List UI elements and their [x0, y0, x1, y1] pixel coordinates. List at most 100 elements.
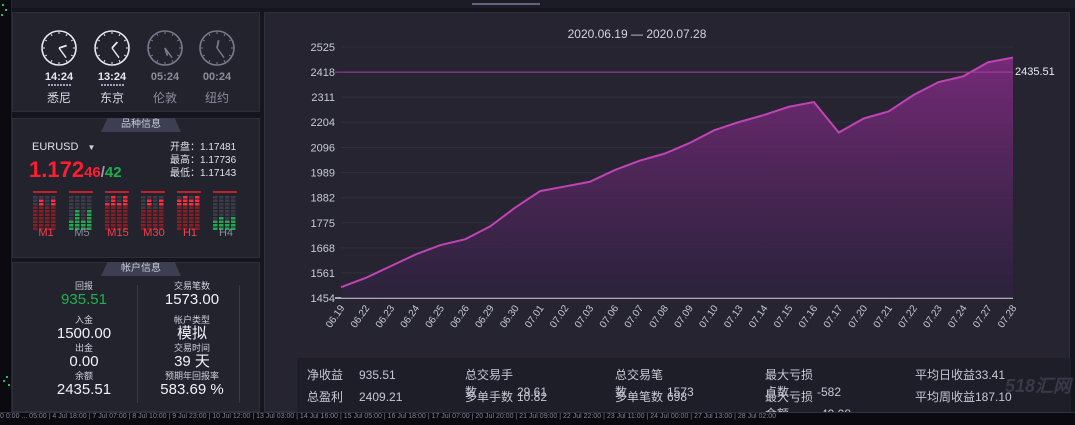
x-tick-label: 07.23: [921, 303, 945, 330]
y-tick-label: 2418: [311, 67, 335, 79]
x-tick-label: 07.15: [772, 303, 796, 330]
clock-dots: [92, 84, 132, 87]
clock-city: 伦敦: [152, 91, 177, 105]
timeframe-label-H4[interactable]: H4: [211, 227, 241, 239]
stat-value: 935.51: [359, 368, 396, 382]
y-tick-label: 1775: [311, 218, 335, 230]
equity-chart-panel: 2020.06.19 — 2020.07.28 2525 2418 2311 2204…: [264, 12, 1071, 425]
x-tick-label: 07.16: [797, 303, 821, 330]
timeframe-label-M30[interactable]: M30: [139, 227, 169, 239]
y-tick-label: 1668: [311, 243, 335, 255]
clock-face-icon: [199, 30, 235, 66]
account-value: 39 天: [174, 353, 210, 370]
x-tick-label: 07.21: [872, 303, 896, 330]
indicator-dot: [8, 384, 10, 386]
clock-2: 05:24 伦敦: [145, 29, 185, 106]
stat-item: 平均周收益187.10: [915, 388, 1012, 405]
ohl-values: 开盘：1.17481 最高：1.17736 最低：1.17143: [170, 141, 236, 180]
x-tick-label: 06.29: [473, 303, 497, 330]
x-tick-label: 07.08: [648, 303, 672, 330]
account-label: 出金: [74, 343, 93, 353]
y-tick-label: 2311: [311, 92, 335, 104]
clock-dots: [145, 84, 185, 87]
clock-face-icon: [94, 30, 130, 66]
x-tick-label: 07.22: [897, 303, 921, 330]
account-item-5: 交易时间 39 天: [137, 343, 247, 371]
symbol-info-panel: 品种信息 EURUSD ▼ 1.17246/42 开盘：1.17481 最高：1…: [12, 118, 260, 258]
stat-item: 净收益 935.51: [307, 366, 396, 383]
account-item-2: 入金 1500.00: [29, 315, 139, 343]
account-value: 0.00: [69, 353, 99, 370]
left-strip: [0, 0, 12, 412]
top-bar: [0, 0, 1075, 8]
x-tick-label: 07.03: [573, 303, 597, 330]
open-price: 开盘：1.17481: [170, 142, 237, 153]
account-label: 回报: [74, 281, 93, 291]
account-item-6: 余额 2435.51: [29, 371, 139, 399]
account-value: 1573.00: [164, 291, 220, 308]
clock-dots: [39, 84, 79, 87]
x-tick-label: 06.30: [498, 303, 522, 330]
timeframe-label-M1[interactable]: M1: [31, 227, 61, 239]
x-tick-label: 07.17: [822, 303, 846, 330]
clock-face-icon: [41, 30, 77, 66]
account-label: 入金: [74, 315, 93, 325]
x-tick-label: 06.22: [349, 303, 373, 330]
x-tick-label: 06.24: [399, 303, 423, 330]
x-tick-label: 06.19: [324, 303, 348, 330]
timeframe-label-M5[interactable]: M5: [67, 227, 97, 239]
account-info-panel: 帐户信息 回报 935.51 交易笔数 1573.00 入金 1500.00 帐户类型 模拟出…: [12, 262, 260, 412]
indicator-dot: [3, 380, 5, 382]
x-tick-label: 06.25: [424, 303, 448, 330]
x-tick-label: 07.14: [747, 303, 771, 330]
account-item-1: 交易笔数 1573.00: [137, 281, 247, 309]
y-tick-label: 1454: [311, 293, 335, 305]
stats-table: 净收益 935.51 总交易手数 29.61 总交易笔数 1573 最大亏损点数 -582 平均…: [297, 358, 1071, 425]
high-price: 最高：1.17736: [170, 155, 237, 166]
account-value: 935.51: [61, 291, 107, 308]
x-tick-label: 06.26: [449, 303, 473, 330]
x-tick-label: 07.06: [598, 303, 622, 330]
indicator-dot: [5, 9, 7, 11]
timeframe-bar-M1: [33, 191, 57, 230]
timeframe-label-M15[interactable]: M15: [103, 227, 133, 239]
x-tick-label: 07.09: [673, 303, 697, 330]
equity-chart: 2525 2418 2311 2204 2096 1989 1882 1775 1668 1561…: [311, 42, 1055, 330]
drag-handle[interactable]: [472, 3, 540, 5]
stat-value: 33.41: [975, 368, 1006, 382]
stat-key: 总盈利: [307, 390, 344, 404]
x-tick-label: 07.01: [523, 303, 547, 330]
symbol-selector[interactable]: EURUSD ▼: [32, 141, 95, 153]
y-tick-label: 2525: [311, 42, 335, 54]
clock-time: 14:24: [44, 71, 74, 83]
clock-dots: [197, 84, 237, 87]
x-tick-label: 07.10: [697, 303, 721, 330]
account-info-title: 帐户信息: [101, 262, 181, 276]
clock-0: 14:24 悉尼: [39, 29, 79, 106]
price-ask: 42: [104, 164, 122, 181]
price-major: 1.172: [29, 157, 85, 182]
stat-item: 多单笔数 698: [615, 388, 687, 405]
clock-time: 05:24: [150, 71, 180, 83]
x-tick-label: 07.20: [847, 303, 871, 330]
account-item-3: 帐户类型 模拟: [137, 315, 247, 343]
x-tick-label: 07.24: [946, 303, 970, 330]
clock-city: 纽约: [204, 91, 229, 105]
clock-city: 东京: [99, 91, 124, 105]
account-value: 2435.51: [56, 381, 112, 398]
current-price: 1.17246/42: [29, 157, 122, 183]
clock-face-icon: [147, 30, 183, 66]
timeframe-bar-M5: [69, 191, 93, 230]
y-tick-label: 1561: [311, 268, 335, 280]
account-item-7: 预期年回报率 583.69 %: [137, 371, 247, 399]
clock-1: 13:24 东京: [92, 29, 132, 106]
indicator-dot: [2, 4, 4, 6]
watermark-logo: 518汇网: [1004, 376, 1071, 396]
timeframe-bar-M15: [105, 191, 129, 230]
stat-item: 平均日收益33.41: [915, 366, 1005, 383]
clock-3: 00:24 纽约: [197, 29, 237, 106]
timeframe-label-H1[interactable]: H1: [175, 227, 205, 239]
account-label: 交易时间: [173, 343, 210, 353]
x-tick-label: 06.23: [374, 303, 398, 330]
stat-key: 多单笔数: [615, 390, 664, 404]
